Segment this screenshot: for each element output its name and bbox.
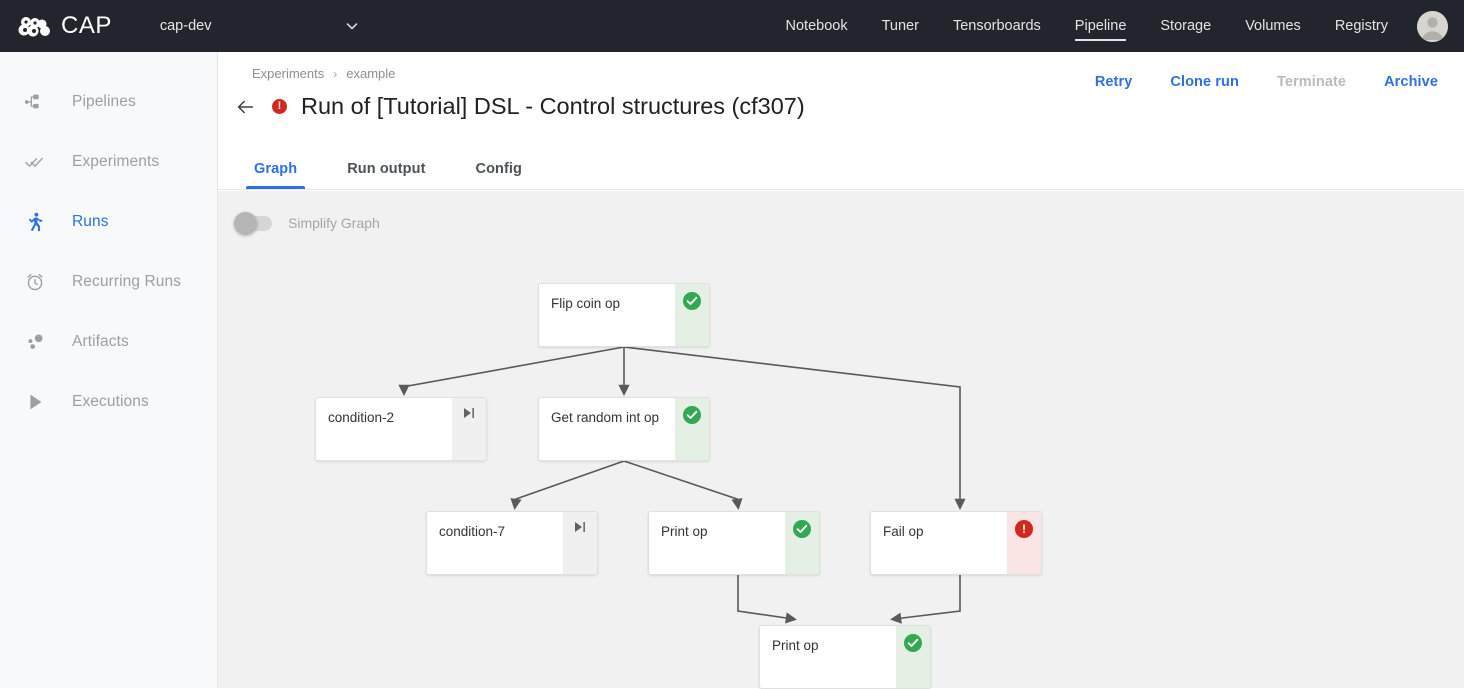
sidebar-item-runs[interactable]: Runs: [0, 192, 217, 252]
graph-node-get-random-int-op[interactable]: Get random int op: [538, 397, 710, 461]
sidebar-item-recurring-runs[interactable]: Recurring Runs: [0, 252, 217, 312]
node-label: Fail op: [883, 524, 924, 539]
graph-node-print-op-1[interactable]: Print op: [648, 511, 820, 575]
skip-next-icon: [464, 408, 474, 418]
node-label: Flip coin op: [551, 296, 621, 311]
brand-name: CAP: [61, 12, 112, 39]
alarm-clock-icon: [22, 269, 48, 295]
node-status-strip: [675, 398, 709, 460]
brand[interactable]: CAP: [18, 12, 112, 40]
sidebar-item-artifacts[interactable]: Artifacts: [0, 312, 217, 372]
error-circle-icon: !: [1015, 520, 1033, 538]
node-label: Print op: [772, 638, 819, 653]
breadcrumb-separator: ›: [333, 66, 338, 81]
runner-icon: [22, 209, 48, 235]
node-status-strip: !: [1007, 512, 1041, 574]
sidebar-item-label: Experiments: [72, 153, 160, 170]
sidebar-item-label: Executions: [72, 393, 149, 410]
check-circle-icon: [683, 292, 701, 310]
edge-getint-to-condition7: [510, 460, 625, 510]
artifacts-icon: [22, 329, 48, 355]
graph-node-condition-7[interactable]: condition-7: [426, 511, 598, 575]
tab-run-output[interactable]: Run output: [345, 161, 427, 189]
chevron-down-icon: [346, 23, 358, 30]
pipelines-icon: [22, 89, 48, 115]
edge-failop-to-print2: [890, 575, 961, 624]
graph-node-condition-2[interactable]: condition-2: [315, 397, 487, 461]
graph-node-flip-coin-op[interactable]: Flip coin op: [538, 283, 710, 347]
edge-print1-to-print2: [737, 575, 797, 624]
sidebar-item-experiments[interactable]: Experiments: [0, 132, 217, 192]
node-label: Print op: [661, 524, 708, 539]
node-status-strip: [785, 512, 819, 574]
sidebar-item-label: Pipelines: [72, 93, 136, 110]
avatar[interactable]: [1417, 10, 1448, 42]
retry-button[interactable]: Retry: [1095, 74, 1133, 90]
sidebar-item-label: Recurring Runs: [72, 273, 182, 290]
breadcrumb-experiments[interactable]: Experiments: [252, 66, 324, 81]
breadcrumb-example[interactable]: example: [346, 66, 395, 81]
top-bar: CAP cap-dev Notebook Tuner Tensorboards …: [0, 0, 1464, 52]
node-label: condition-2: [328, 410, 395, 425]
topnav-item-tensorboards[interactable]: Tensorboards: [953, 4, 1041, 48]
sidebar-item-executions[interactable]: Executions: [0, 372, 217, 432]
status-badge: !: [272, 99, 287, 114]
topnav-item-notebook[interactable]: Notebook: [786, 4, 848, 48]
topnav-item-volumes[interactable]: Volumes: [1245, 4, 1301, 48]
play-triangle-icon: [22, 389, 48, 415]
topnav-item-storage[interactable]: Storage: [1160, 4, 1211, 48]
back-arrow-icon[interactable]: [234, 96, 256, 118]
archive-button[interactable]: Archive: [1384, 74, 1438, 90]
node-label: condition-7: [439, 524, 506, 539]
header-actions: Retry Clone run Terminate Archive: [1057, 74, 1438, 90]
page-title: Run of [Tutorial] DSL - Control structur…: [301, 93, 805, 119]
edge-getint-to-print1: [623, 460, 743, 510]
tab-config[interactable]: Config: [474, 161, 525, 189]
graph-node-fail-op[interactable]: Fail op !: [870, 511, 1042, 575]
cap-logo-icon: [18, 17, 50, 37]
user-avatar-icon: [1417, 10, 1448, 42]
sidebar-item-label: Runs: [72, 213, 109, 230]
tab-bar: Graph Run output Config: [218, 146, 1464, 190]
topnav-item-registry[interactable]: Registry: [1335, 4, 1388, 48]
check-circle-icon: [904, 634, 922, 652]
node-status-strip: [563, 512, 597, 574]
node-label: Get random int op: [551, 410, 660, 425]
double-check-icon: [22, 149, 48, 175]
node-status-strip: [452, 398, 486, 460]
topnav-item-tuner[interactable]: Tuner: [882, 4, 919, 48]
title-row: ! Run of [Tutorial] DSL - Control struct…: [237, 93, 1440, 120]
edge-flip-to-condition2: [398, 346, 625, 396]
graph-canvas-area: Simplify Graph Flip coin op condition-2 …: [218, 191, 1464, 689]
error-circle-icon: !: [277, 100, 282, 112]
clone-run-button[interactable]: Clone run: [1170, 74, 1239, 90]
tab-graph[interactable]: Graph: [245, 161, 306, 189]
sidebar-item-label: Artifacts: [72, 333, 129, 350]
skip-next-icon: [575, 522, 585, 532]
page-header: Experiments › example ! Run of [Tutorial…: [218, 52, 1464, 146]
check-circle-icon: [793, 520, 811, 538]
graph-node-print-op-2[interactable]: Print op: [759, 625, 931, 689]
terminate-button: Terminate: [1276, 74, 1347, 90]
main-content: Experiments › example ! Run of [Tutorial…: [218, 52, 1464, 689]
top-nav: Notebook Tuner Tensorboards Pipeline Sto…: [769, 4, 1448, 48]
sidebar-item-pipelines[interactable]: Pipelines: [0, 72, 217, 132]
node-status-strip: [675, 284, 709, 346]
check-circle-icon: [683, 406, 701, 424]
sidebar: Pipelines Experiments Runs Recurring Run…: [0, 52, 218, 688]
node-status-strip: [896, 626, 930, 688]
graph-canvas: Flip coin op condition-2 Get random int …: [218, 191, 1464, 689]
topnav-item-pipeline[interactable]: Pipeline: [1074, 4, 1126, 48]
namespace-value: cap-dev: [159, 18, 212, 34]
namespace-selector[interactable]: cap-dev: [160, 18, 360, 34]
